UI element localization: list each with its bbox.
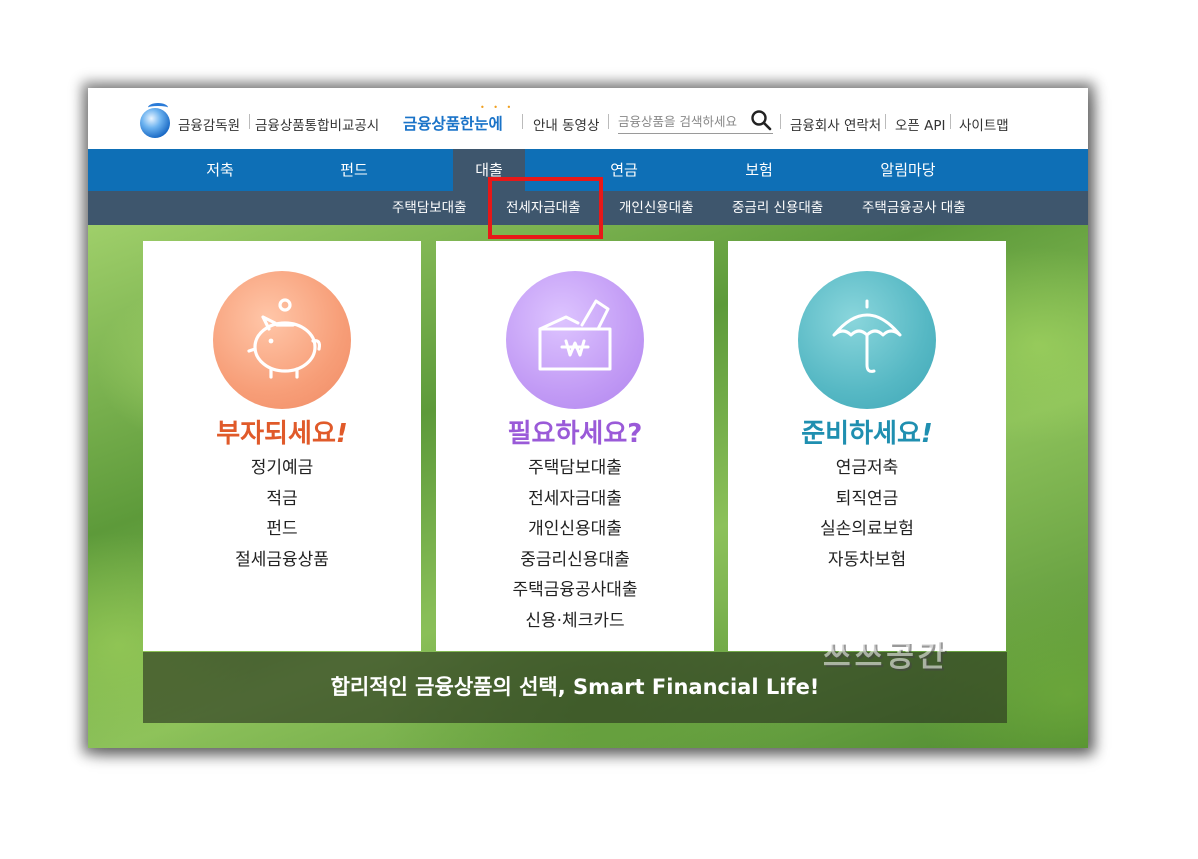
browser-page: 금융감독원 금융상품통합비교공시 금융상품한눈에 • • • 안내 동영상 금융… [88, 88, 1088, 748]
divider [950, 114, 951, 129]
card-link-time-deposit[interactable]: 정기예금 [143, 453, 421, 484]
sitemap-link[interactable]: 사이트맵 [959, 114, 1009, 134]
open-api-link[interactable]: 오픈 API [895, 114, 946, 134]
fss-label[interactable]: 금융감독원 [178, 114, 240, 134]
card-link-list: 연금저축 퇴직연금 실손의료보험 자동차보험 [728, 453, 1006, 575]
site-header: 금융감독원 금융상품통합비교공시 금융상품한눈에 • • • 안내 동영상 금융… [88, 88, 1088, 149]
card-link-retirement-pension[interactable]: 퇴직연금 [728, 484, 1006, 515]
card-link-hf-loan[interactable]: 주택금융공사대출 [436, 575, 714, 606]
divider [608, 114, 609, 129]
card-loans: 필요하세요? 주택담보대출 전세자금대출 개인신용대출 중금리신용대출 주택금융… [436, 241, 714, 651]
contacts-link[interactable]: 금융회사 연락처 [790, 114, 881, 134]
envelope-won-icon [506, 271, 644, 409]
guide-video-link[interactable]: 안내 동영상 [533, 114, 599, 134]
portal-label[interactable]: 금융상품통합비교공시 [255, 114, 379, 134]
card-link-personal-credit[interactable]: 개인신용대출 [436, 514, 714, 545]
fss-logo-arc-icon [148, 103, 168, 112]
card-link-list: 주택담보대출 전세자금대출 개인신용대출 중금리신용대출 주택금융공사대출 신용… [436, 453, 714, 636]
card-title: 준비하세요! [801, 419, 933, 449]
nav-item-notices[interactable]: 알림마당 [858, 149, 958, 191]
subnav-item-mid-rate-credit[interactable]: 중금리 신용대출 [732, 191, 823, 225]
card-title: 필요하세요? [507, 419, 643, 449]
divider [885, 114, 886, 129]
piggy-bank-icon [213, 271, 351, 409]
search-box [618, 108, 773, 134]
card-link-installment-savings[interactable]: 적금 [143, 484, 421, 515]
card-prepare: 준비하세요! 연금저축 퇴직연금 실손의료보험 자동차보험 [728, 241, 1006, 651]
umbrella-icon [798, 271, 936, 409]
watermark: 쓰쓰공간 [823, 639, 950, 674]
divider [780, 114, 781, 129]
card-link-credit-check-card[interactable]: 신용·체크카드 [436, 606, 714, 637]
search-input[interactable] [618, 110, 743, 132]
subnav-item-hf-loan[interactable]: 주택금융공사 대출 [862, 191, 966, 225]
fss-logo-icon[interactable] [140, 108, 170, 138]
search-icon[interactable] [750, 109, 772, 131]
brand-dots-icon: • • • [480, 103, 515, 112]
subnav-item-mortgage[interactable]: 주택담보대출 [392, 191, 467, 225]
card-link-tax-saving[interactable]: 절세금융상품 [143, 545, 421, 576]
card-link-mortgage[interactable]: 주택담보대출 [436, 453, 714, 484]
highlight-box [488, 177, 603, 239]
card-link-jeonse[interactable]: 전세자금대출 [436, 484, 714, 515]
nav-item-savings[interactable]: 저축 [180, 149, 260, 191]
subnav-item-personal-credit[interactable]: 개인신용대출 [619, 191, 694, 225]
card-link-list: 정기예금 적금 펀드 절세금융상품 [143, 453, 421, 575]
divider [522, 114, 523, 129]
hero-section: 부자되세요! 정기예금 적금 펀드 절세금융상품 필요하세요? 주택담보대출 전… [88, 225, 1088, 748]
card-wealth: 부자되세요! 정기예금 적금 펀드 절세금융상품 [143, 241, 421, 651]
divider [249, 114, 250, 129]
nav-item-insurance[interactable]: 보험 [719, 149, 799, 191]
card-link-mid-rate-credit[interactable]: 중금리신용대출 [436, 545, 714, 576]
card-title: 부자되세요! [216, 419, 348, 449]
brand-logo[interactable]: 금융상품한눈에 [403, 112, 503, 134]
card-link-car-insurance[interactable]: 자동차보험 [728, 545, 1006, 576]
card-link-fund[interactable]: 펀드 [143, 514, 421, 545]
nav-item-funds[interactable]: 펀드 [314, 149, 394, 191]
card-link-medical-insurance[interactable]: 실손의료보험 [728, 514, 1006, 545]
card-link-pension-savings[interactable]: 연금저축 [728, 453, 1006, 484]
